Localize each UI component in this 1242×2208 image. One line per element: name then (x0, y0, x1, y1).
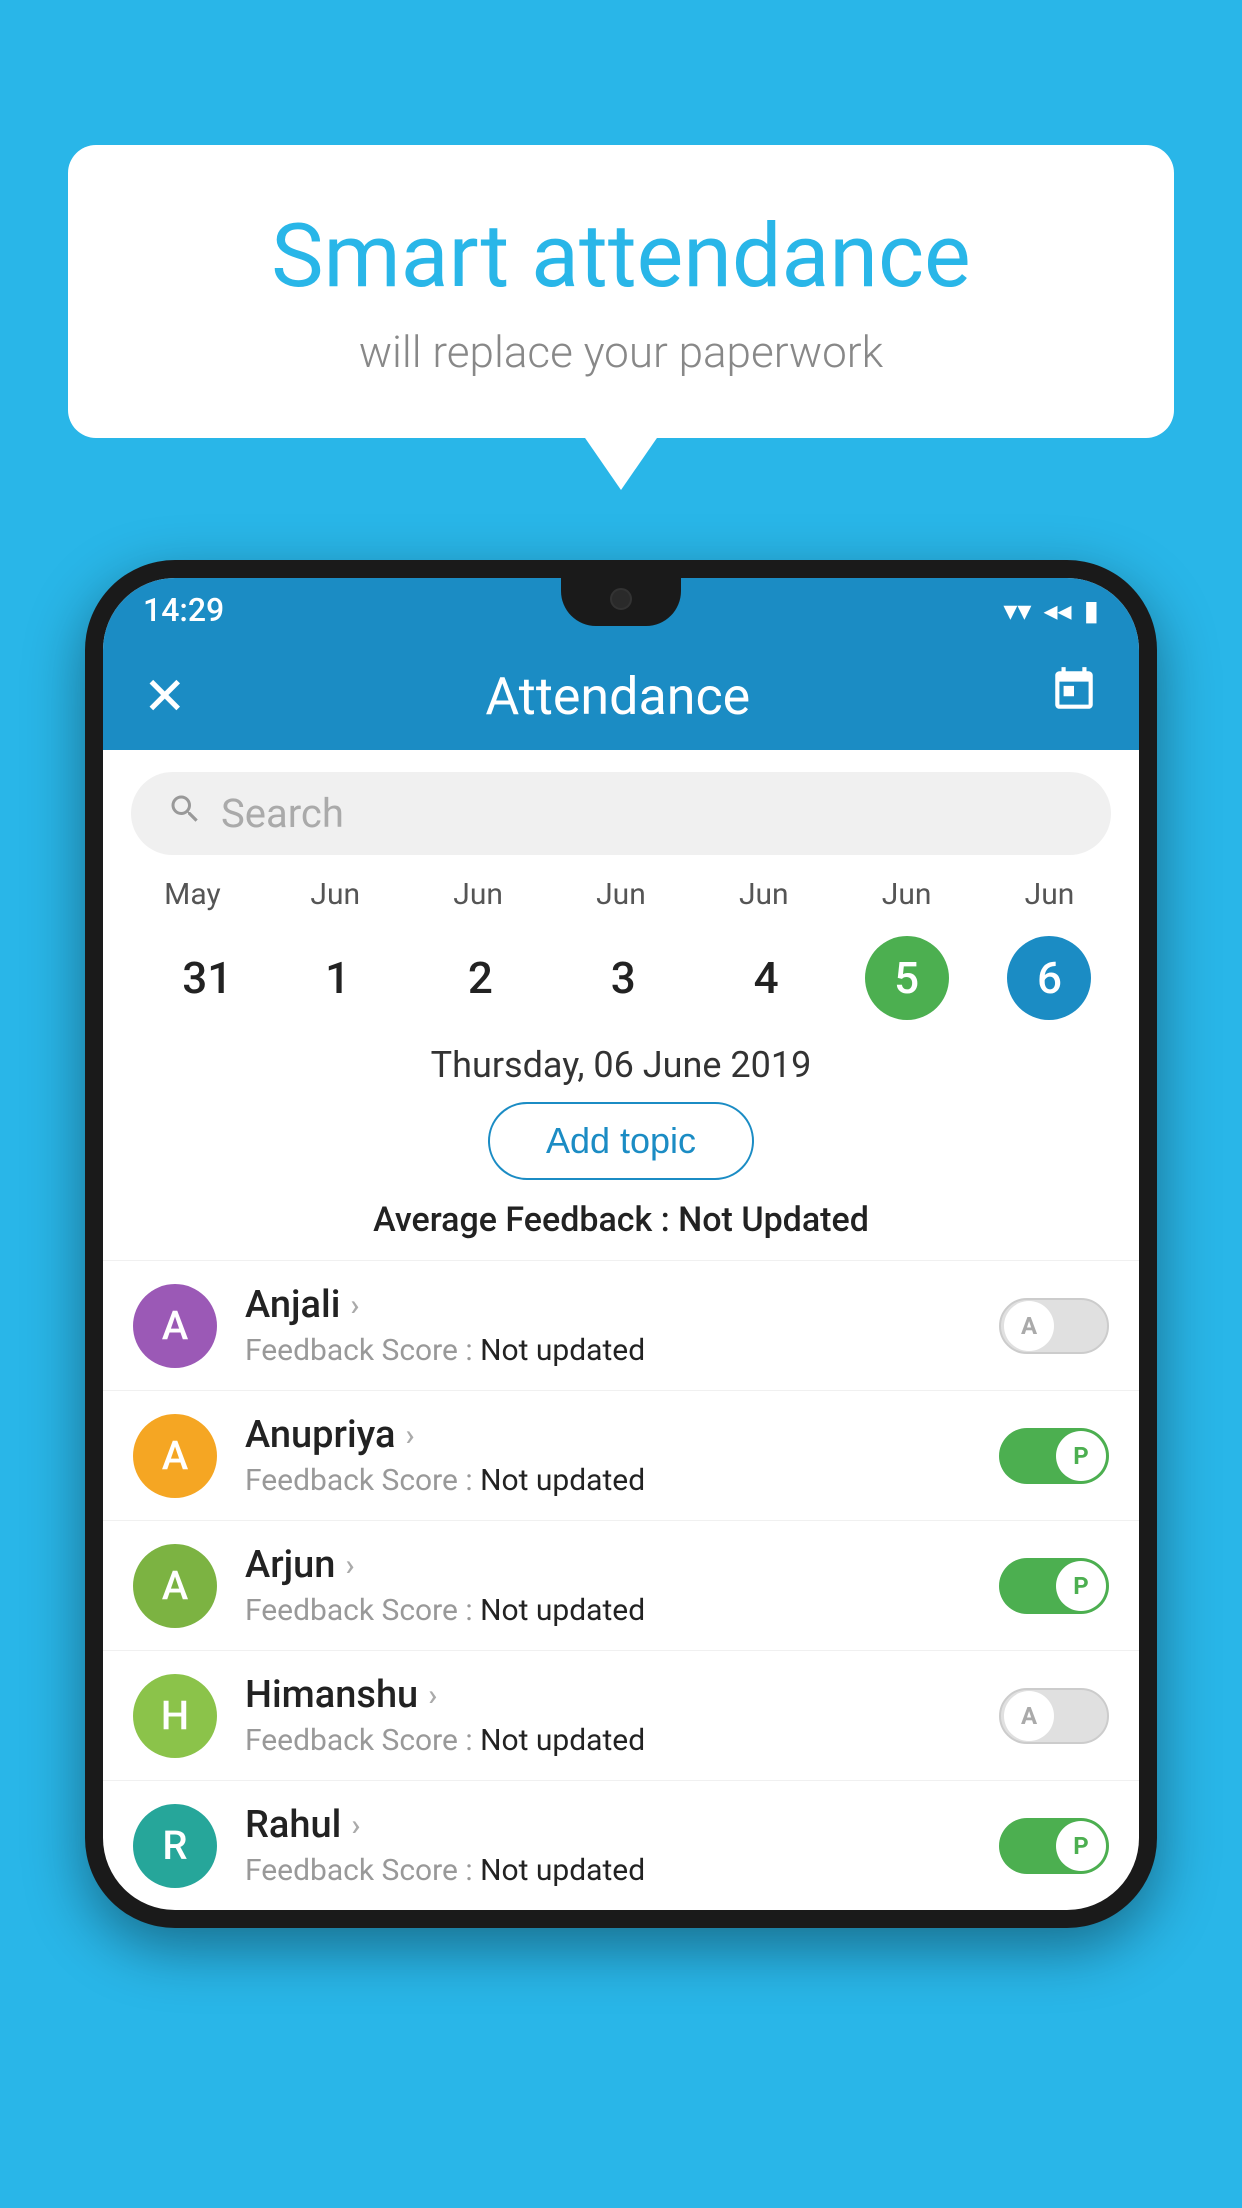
student-name: Anjali › (245, 1283, 999, 1327)
feedback-value: Not updated (480, 1853, 645, 1888)
student-item[interactable]: A Anupriya › Feedback Score : Not updated P (103, 1390, 1139, 1520)
calendar-date-item[interactable]: 6 (978, 936, 1121, 1020)
app-header: ✕ Attendance (103, 642, 1139, 750)
wifi-icon: ▾▾ (1003, 594, 1031, 627)
avg-feedback-label: Average Feedback : (373, 1200, 670, 1240)
calendar-date-item[interactable]: 5 (835, 936, 978, 1020)
calendar-month-label: Jun (264, 877, 407, 912)
calendar-date[interactable]: 6 (1007, 936, 1091, 1020)
student-avatar: A (133, 1544, 217, 1628)
calendar-date-item[interactable]: 3 (550, 936, 693, 1020)
battery-icon: ▮ (1084, 594, 1099, 627)
chevron-right-icon: › (345, 1548, 354, 1583)
student-feedback: Feedback Score : Not updated (245, 1723, 999, 1758)
speech-bubble-container: Smart attendance will replace your paper… (68, 145, 1174, 438)
phone-outer: 14:29 ▾▾ ◂◂ ▮ ✕ Attendance (85, 560, 1157, 1928)
calendar-month-label: Jun (692, 877, 835, 912)
chevron-right-icon: › (351, 1808, 360, 1843)
calendar-month-label: Jun (978, 877, 1121, 912)
phone-mockup: 14:29 ▾▾ ◂◂ ▮ ✕ Attendance (85, 560, 1157, 2208)
student-feedback: Feedback Score : Not updated (245, 1333, 999, 1368)
calendar-date-item[interactable]: 1 (264, 936, 407, 1020)
attendance-toggle[interactable]: P (999, 1558, 1109, 1614)
search-placeholder: Search (221, 790, 344, 837)
feedback-value: Not updated (480, 1723, 645, 1758)
student-name: Arjun › (245, 1543, 999, 1587)
calendar-date[interactable]: 4 (754, 938, 774, 1018)
student-info: Arjun › Feedback Score : Not updated (245, 1543, 999, 1628)
student-info: Himanshu › Feedback Score : Not updated (245, 1673, 999, 1758)
student-list: AAnjali ›Feedback Score : Not updatedAAA… (103, 1260, 1139, 1910)
search-icon (167, 791, 203, 837)
signal-icon: ◂◂ (1043, 594, 1071, 627)
calendar-month-label: Jun (550, 877, 693, 912)
bubble-title: Smart attendance (118, 205, 1124, 308)
chevron-right-icon: › (405, 1418, 414, 1453)
avg-feedback: Average Feedback : Not Updated (103, 1200, 1139, 1260)
calendar-month-label: May (121, 877, 264, 912)
calendar-months: MayJunJunJunJunJunJun (103, 877, 1139, 912)
calendar-date-item[interactable]: 31 (121, 936, 264, 1020)
calendar-date[interactable]: 2 (468, 938, 488, 1018)
toggle-knob: P (1056, 1431, 1106, 1481)
phone-screen: 14:29 ▾▾ ◂◂ ▮ ✕ Attendance (103, 578, 1139, 1910)
calendar-date-item[interactable]: 2 (407, 936, 550, 1020)
toggle-switch[interactable]: A (999, 1298, 1109, 1354)
calendar-month-label: Jun (835, 877, 978, 912)
phone-camera (610, 588, 632, 610)
student-item[interactable]: R Rahul › Feedback Score : Not updated P (103, 1780, 1139, 1910)
student-feedback: Feedback Score : Not updated (245, 1463, 999, 1498)
student-feedback: Feedback Score : Not updated (245, 1853, 999, 1888)
calendar-date[interactable]: 3 (611, 938, 631, 1018)
toggle-knob: P (1056, 1561, 1106, 1611)
student-avatar: A (133, 1284, 217, 1368)
search-bar[interactable]: Search (131, 772, 1111, 855)
calendar-date[interactable]: 5 (865, 936, 949, 1020)
toggle-knob: A (1004, 1691, 1054, 1741)
status-icons: ▾▾ ◂◂ ▮ (1003, 594, 1099, 627)
toggle-switch[interactable]: P (999, 1558, 1109, 1614)
attendance-toggle[interactable]: A (999, 1688, 1109, 1744)
speech-bubble: Smart attendance will replace your paper… (68, 145, 1174, 438)
toggle-knob: P (1056, 1821, 1106, 1871)
avg-feedback-value: Not Updated (678, 1200, 869, 1240)
feedback-value: Not updated (480, 1463, 645, 1498)
student-item[interactable]: A Arjun › Feedback Score : Not updated P (103, 1520, 1139, 1650)
calendar-month-label: Jun (407, 877, 550, 912)
student-item[interactable]: H Himanshu › Feedback Score : Not updatedA (103, 1650, 1139, 1780)
student-name: Anupriya › (245, 1413, 999, 1457)
attendance-toggle[interactable]: A (999, 1298, 1109, 1354)
status-time: 14:29 (143, 591, 224, 629)
toggle-switch[interactable]: P (999, 1428, 1109, 1484)
bubble-subtitle: will replace your paperwork (118, 326, 1124, 378)
calendar-date-item[interactable]: 4 (692, 936, 835, 1020)
student-name: Rahul › (245, 1803, 999, 1847)
chevron-right-icon: › (428, 1678, 437, 1713)
calendar-dates[interactable]: 31 1 2 3 4 56 (103, 920, 1139, 1020)
toggle-switch[interactable]: P (999, 1818, 1109, 1874)
calendar-icon[interactable] (1049, 665, 1099, 727)
calendar-date[interactable]: 1 (325, 938, 345, 1018)
attendance-toggle[interactable]: P (999, 1428, 1109, 1484)
toggle-knob: A (1004, 1301, 1054, 1351)
close-button[interactable]: ✕ (143, 666, 187, 727)
toggle-switch[interactable]: A (999, 1688, 1109, 1744)
student-info: Anupriya › Feedback Score : Not updated (245, 1413, 999, 1498)
add-topic-button[interactable]: Add topic (488, 1102, 754, 1180)
student-item[interactable]: AAnjali ›Feedback Score : Not updatedA (103, 1260, 1139, 1390)
student-info: Anjali › Feedback Score : Not updated (245, 1283, 999, 1368)
attendance-toggle[interactable]: P (999, 1818, 1109, 1874)
selected-date: Thursday, 06 June 2019 (103, 1020, 1139, 1102)
student-info: Rahul › Feedback Score : Not updated (245, 1803, 999, 1888)
chevron-right-icon: › (350, 1288, 359, 1323)
calendar-date[interactable]: 31 (182, 938, 202, 1018)
student-avatar: A (133, 1414, 217, 1498)
student-feedback: Feedback Score : Not updated (245, 1593, 999, 1628)
header-title: Attendance (485, 666, 750, 727)
feedback-value: Not updated (480, 1333, 645, 1368)
feedback-value: Not updated (480, 1593, 645, 1628)
student-name: Himanshu › (245, 1673, 999, 1717)
student-avatar: R (133, 1804, 217, 1888)
student-avatar: H (133, 1674, 217, 1758)
